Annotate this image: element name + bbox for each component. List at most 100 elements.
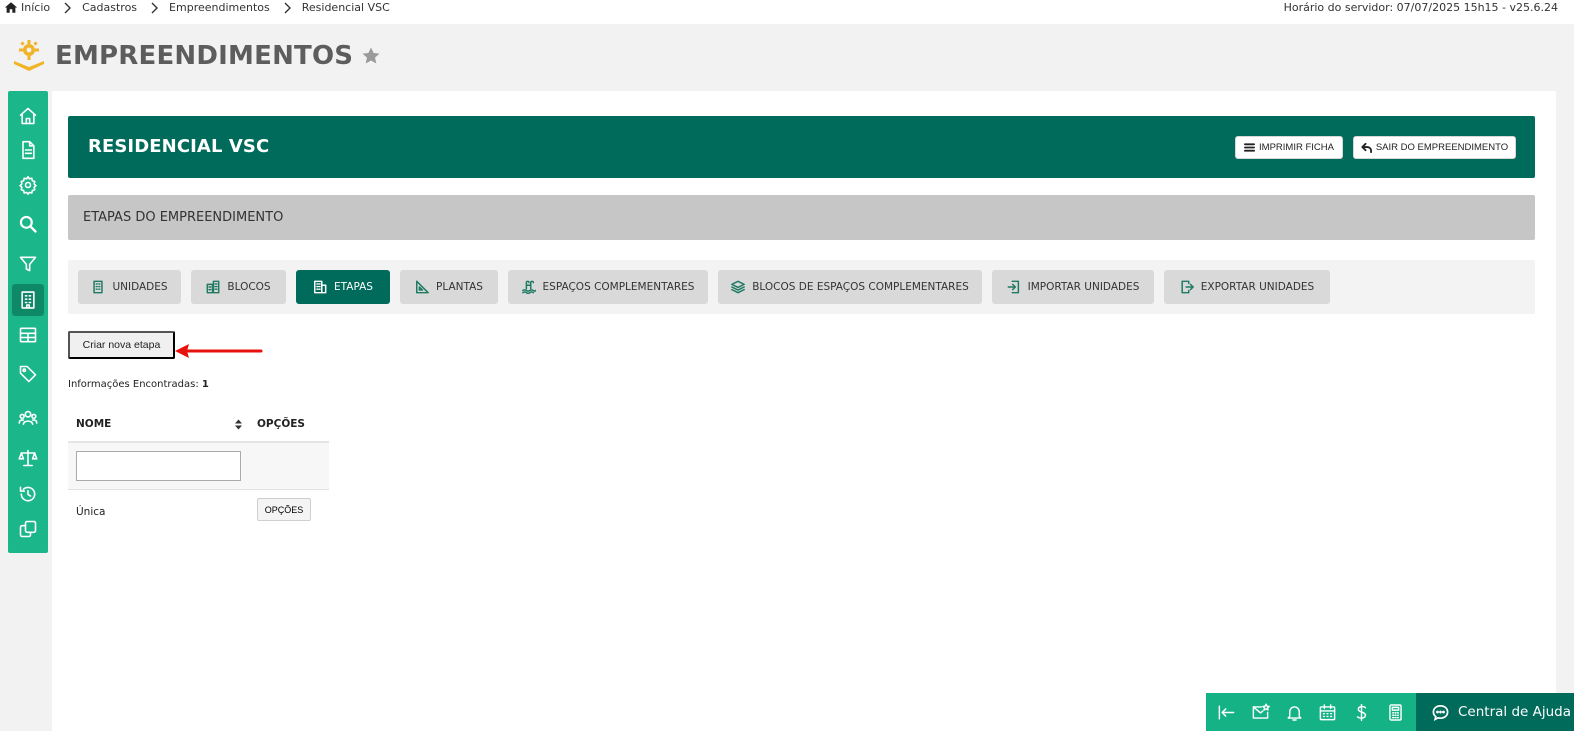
- tab-plantas[interactable]: PLANTAS: [400, 270, 498, 304]
- bell-icon[interactable]: [1283, 701, 1305, 723]
- tab-blocos-espacos-complementares[interactable]: BLOCOS DE ESPAÇOS COMPLEMENTARES: [718, 270, 982, 304]
- calendar-icon[interactable]: [1317, 701, 1339, 723]
- gear-icon: [19, 175, 37, 195]
- column-header-opcoes: OPÇÕES: [257, 418, 305, 430]
- tab-label: IMPORTAR UNIDADES: [1027, 281, 1140, 293]
- print-sheet-button[interactable]: IMPRIMIR FICHA: [1235, 136, 1343, 159]
- chevron-right-icon: [282, 2, 292, 14]
- users-icon: [18, 410, 38, 426]
- column-header-nome[interactable]: NOME: [76, 411, 111, 437]
- sort-icon[interactable]: [234, 419, 243, 430]
- results-label: Informações Encontradas:: [68, 379, 199, 390]
- buildings-icon: [206, 280, 220, 294]
- sidebar-item-search[interactable]: [12, 208, 44, 240]
- tab-blocos[interactable]: BLOCOS: [191, 270, 286, 304]
- collapse-left-icon[interactable]: [1216, 701, 1238, 723]
- tab-label: EXPORTAR UNIDADES: [1200, 281, 1315, 293]
- copy-icon: [19, 520, 37, 538]
- table-header: NOME OPÇÕES: [68, 411, 329, 443]
- empreendimento-title: RESIDENCIAL VSC: [88, 136, 270, 157]
- stage-name: Única: [76, 506, 106, 518]
- sidebar-item-tables[interactable]: [12, 319, 44, 351]
- sidebar-item-empreendimentos[interactable]: [12, 284, 44, 316]
- quick-actions: [1206, 693, 1416, 731]
- home-icon[interactable]: [4, 1, 18, 14]
- annotation-arrow: [175, 344, 263, 358]
- breadcrumb-item-current: Residencial VSC: [301, 1, 390, 14]
- tab-unidades[interactable]: UNIDADES: [78, 270, 181, 304]
- sidebar: [8, 91, 48, 553]
- tab-exportar-unidades[interactable]: EXPORTAR UNIDADES: [1164, 270, 1330, 304]
- top-bar: Início Cadastros Empreendimentos Residen…: [0, 0, 1574, 24]
- tab-label: BLOCOS: [227, 281, 271, 293]
- page-title: EMPREENDIMENTOS: [55, 41, 354, 71]
- import-icon: [1007, 280, 1019, 294]
- exit-empreendimento-button[interactable]: SAIR DO EMPREENDIMENTO: [1353, 136, 1516, 159]
- sidebar-item-users[interactable]: [12, 402, 44, 434]
- tag-icon: [19, 365, 37, 383]
- search-icon: [19, 215, 37, 233]
- scale-icon: [18, 449, 38, 467]
- stages-table: NOME OPÇÕES Única OPÇÕES: [68, 411, 329, 534]
- menu-lines-icon: [1244, 143, 1256, 152]
- sidebar-item-legal[interactable]: [12, 442, 44, 474]
- filter-row: [68, 443, 329, 490]
- set-square-icon: [416, 280, 429, 294]
- content-card: RESIDENCIAL VSC IMPRIMIR FICHA SAIR DO E…: [52, 91, 1556, 731]
- mail-star-icon[interactable]: [1249, 701, 1271, 723]
- server-time: Horário do servidor: 07/07/2025 15h15 - …: [1283, 1, 1558, 14]
- home-icon: [19, 107, 37, 125]
- tab-espacos-complementares[interactable]: ESPAÇOS COMPLEMENTARES: [508, 270, 708, 304]
- export-icon: [1181, 280, 1194, 294]
- history-icon: [19, 486, 36, 502]
- document-icon: [22, 140, 35, 160]
- print-sheet-label: IMPRIMIR FICHA: [1259, 142, 1334, 153]
- sidebar-item-documents[interactable]: [12, 134, 44, 166]
- sidebar-item-home[interactable]: [12, 100, 44, 132]
- help-center-button[interactable]: Central de Ajuda: [1416, 693, 1574, 731]
- help-center-label: Central de Ajuda: [1458, 704, 1571, 720]
- building-icon: [314, 280, 327, 294]
- tabs-bar: UNIDADES BLOCOS ETAPAS PLANTAS ESPAÇOS C…: [68, 260, 1535, 314]
- tab-label: BLOCOS DE ESPAÇOS COMPLEMENTARES: [752, 281, 969, 293]
- results-number: 1: [201, 379, 209, 390]
- create-stage-button[interactable]: Criar nova etapa: [68, 331, 175, 359]
- page-heading: EMPREENDIMENTOS: [12, 38, 381, 74]
- sidebar-item-copy[interactable]: [12, 513, 44, 545]
- filter-icon: [19, 256, 37, 272]
- bottom-toolbar: Central de Ajuda: [1206, 693, 1574, 731]
- tab-label: UNIDADES: [112, 281, 168, 293]
- breadcrumb-item-empreendimentos[interactable]: Empreendimentos: [169, 1, 270, 14]
- sidebar-item-filter[interactable]: [12, 248, 44, 280]
- name-filter-input[interactable]: [76, 451, 241, 481]
- table-icon: [19, 327, 37, 343]
- exit-empreendimento-label: SAIR DO EMPREENDIMENTO: [1375, 142, 1509, 153]
- section-header: ETAPAS DO EMPREENDIMENTO: [68, 195, 1535, 240]
- favorite-star-icon[interactable]: [361, 46, 381, 66]
- building-icon: [93, 280, 104, 294]
- empreendimento-banner: RESIDENCIAL VSC IMPRIMIR FICHA SAIR DO E…: [68, 116, 1535, 178]
- results-count: Informações Encontradas: 1: [68, 379, 209, 390]
- calculator-icon[interactable]: [1384, 701, 1406, 723]
- sidebar-item-history[interactable]: [12, 478, 44, 510]
- building-icon: [21, 291, 35, 309]
- tab-label: ESPAÇOS COMPLEMENTARES: [542, 281, 695, 293]
- sidebar-item-tags[interactable]: [12, 358, 44, 390]
- tab-label: ETAPAS: [334, 281, 373, 293]
- reply-arrow-icon: [1361, 142, 1372, 153]
- breadcrumb-item-inicio[interactable]: Início: [21, 1, 50, 14]
- row-options-button[interactable]: OPÇÕES: [257, 498, 311, 521]
- chevron-right-icon: [62, 2, 72, 14]
- tab-etapas[interactable]: ETAPAS: [296, 270, 390, 304]
- chat-bubble-icon: [1432, 704, 1449, 721]
- breadcrumb: Início Cadastros Empreendimentos Residen…: [4, 0, 390, 15]
- layers-icon: [731, 280, 746, 294]
- sidebar-item-settings[interactable]: [12, 169, 44, 201]
- tab-label: PLANTAS: [436, 281, 483, 293]
- breadcrumb-item-cadastros[interactable]: Cadastros: [82, 1, 137, 14]
- section-title: ETAPAS DO EMPREENDIMENTO: [83, 210, 284, 225]
- chevron-right-icon: [149, 2, 159, 14]
- dollar-icon[interactable]: [1350, 701, 1372, 723]
- pool-icon: [521, 280, 536, 294]
- tab-importar-unidades[interactable]: IMPORTAR UNIDADES: [992, 270, 1154, 304]
